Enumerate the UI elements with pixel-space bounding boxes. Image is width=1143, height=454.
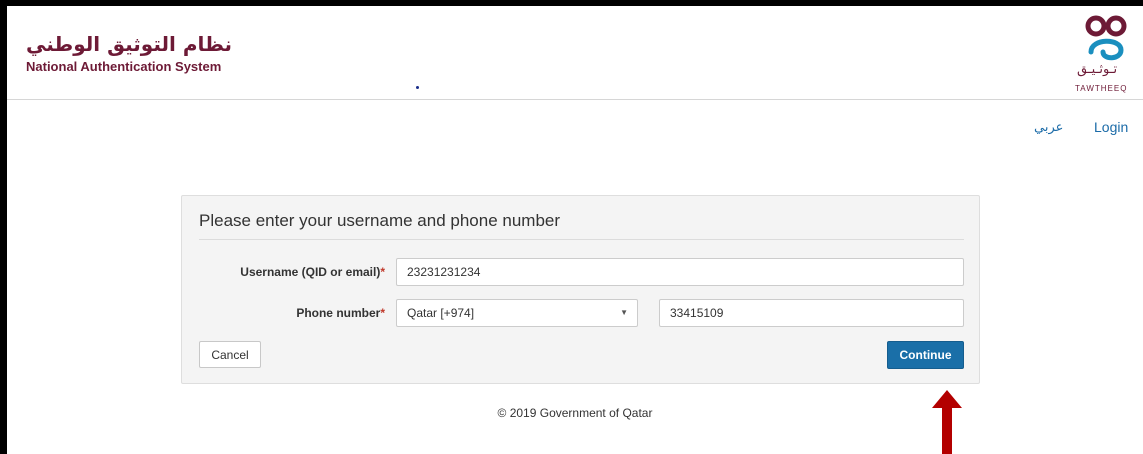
username-input[interactable]: 23231231234 bbox=[396, 258, 964, 286]
cancel-button[interactable]: Cancel bbox=[199, 341, 261, 368]
chevron-down-icon: ▼ bbox=[620, 308, 628, 317]
username-input-value: 23231231234 bbox=[407, 265, 481, 279]
login-link[interactable]: Login bbox=[1094, 119, 1128, 135]
logo-text-english: TAWTHEEQ bbox=[1075, 84, 1128, 93]
phone-label: Phone number* bbox=[199, 306, 385, 320]
logo-text-arabic: تـوثـيـق bbox=[1077, 62, 1118, 77]
phone-number-value: 33415109 bbox=[670, 306, 724, 320]
form-divider bbox=[199, 239, 964, 240]
header-title-arabic: نظام التوثيق الوطني bbox=[26, 32, 232, 56]
header-dot bbox=[416, 86, 419, 89]
language-switch-link[interactable]: عربي bbox=[1034, 120, 1063, 135]
annotation-arrow-up-icon bbox=[932, 390, 962, 454]
login-form-panel: Please enter your username and phone num… bbox=[181, 195, 980, 384]
phone-number-input[interactable]: 33415109 bbox=[659, 299, 964, 327]
username-required-mark: * bbox=[380, 265, 385, 279]
header-title-english: National Authentication System bbox=[26, 59, 222, 74]
site-header: نظام التوثيق الوطني National Authenticat… bbox=[7, 6, 1143, 100]
country-code-select[interactable]: Qatar [+974] ▼ bbox=[396, 299, 638, 327]
footer-copyright: © 2019 Government of Qatar bbox=[497, 406, 653, 420]
username-label-text: Username (QID or email) bbox=[240, 265, 381, 279]
page-frame: نظام التوثيق الوطني National Authenticat… bbox=[7, 6, 1143, 454]
phone-required-mark: * bbox=[380, 306, 385, 320]
form-title: Please enter your username and phone num… bbox=[199, 211, 561, 230]
country-code-value: Qatar [+974] bbox=[407, 306, 475, 320]
username-label: Username (QID or email)* bbox=[199, 265, 385, 279]
phone-label-text: Phone number bbox=[296, 306, 381, 320]
continue-button[interactable]: Continue bbox=[887, 341, 964, 369]
